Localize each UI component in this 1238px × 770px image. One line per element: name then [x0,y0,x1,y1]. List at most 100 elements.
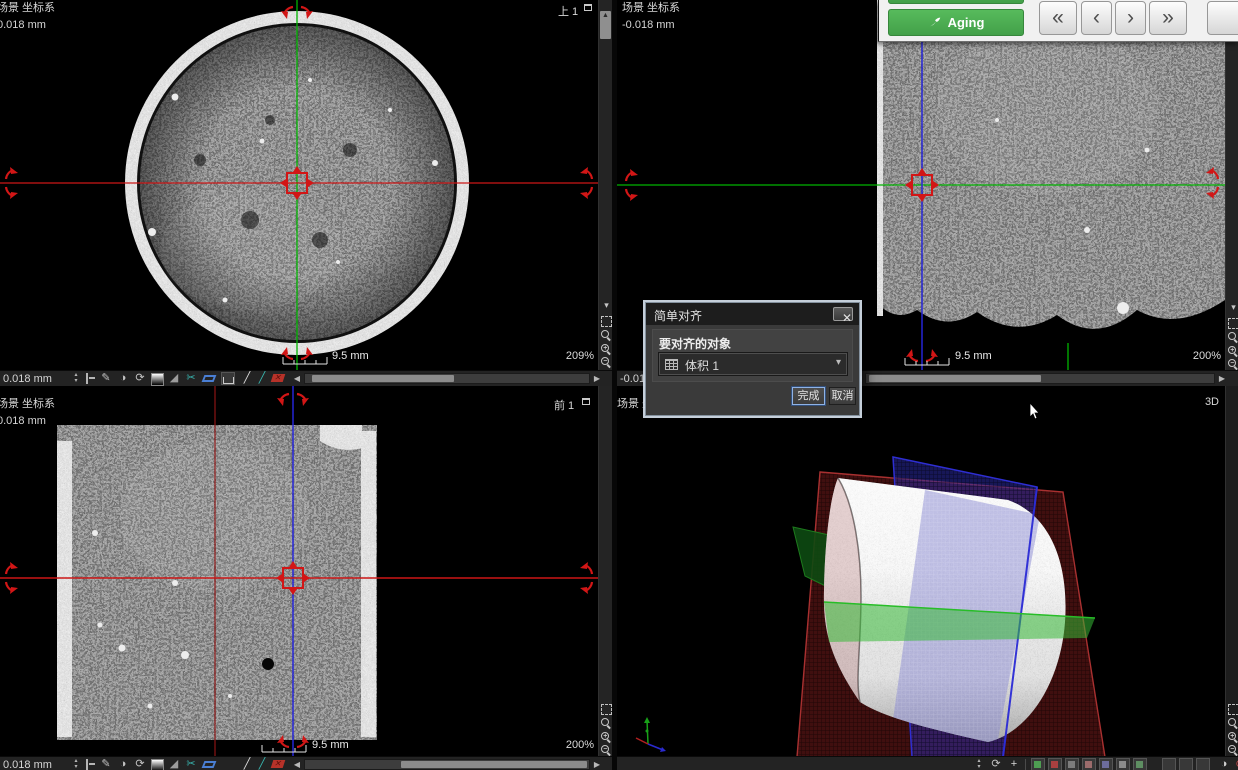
lighting-icon[interactable]: ◑ [1217,758,1231,770]
fit-view-icon[interactable] [1228,704,1238,715]
render-mode-icon-4[interactable] [1082,758,1096,770]
nav-prev-button[interactable]: ‹ [1081,1,1112,35]
offset-readout: -0.018 mm [622,19,675,32]
hscrollbar[interactable] [865,373,1215,384]
grayscale-ramp-icon[interactable] [151,759,164,770]
dialog-close-button[interactable]: ✕ [833,307,853,321]
render-mode-icon-3[interactable] [1065,758,1079,770]
vscrollbar-bottom-right[interactable]: + − [1225,386,1238,756]
pane-window-icon[interactable] [582,398,590,405]
zoom-out-icon[interactable]: − [601,357,612,369]
object-select-dropdown[interactable]: 体积 1 ▾ [658,352,848,376]
coord-system-label: 场景 坐标系 [622,2,680,15]
nav-next-button[interactable]: › [1115,1,1146,35]
zoom-in-icon[interactable]: + [601,732,612,744]
stepper[interactable]: ▴▾ [72,758,80,770]
hscroll-right-arrow[interactable]: ▶ [592,759,602,770]
annotation-pen-icon[interactable]: ✎ [99,372,113,385]
toolbar-bottom-right: ▴▾ ⟳ + ◑ ⊘ [617,756,1238,770]
line-tool-icon[interactable]: ╱ [240,758,254,770]
vscroll-thumb[interactable]: ▲ [600,11,611,39]
render-swatch [1102,761,1109,768]
render-swatch [1068,761,1075,768]
cancel-button[interactable]: 取消 [829,387,856,405]
fit-view-icon[interactable] [601,316,612,327]
dialog-titlebar[interactable]: 简单对齐 ✕ [646,303,859,325]
ramp-triangle-icon[interactable]: ◢ [167,372,181,385]
polyline-tool-icon[interactable]: ╱ [255,758,269,770]
vscrollbar-top-right[interactable]: ▾ + − [1225,0,1238,370]
hidden-green-button[interactable] [888,0,1024,4]
magnifier-icon[interactable] [1228,718,1238,730]
hscroll-thumb[interactable] [869,375,1041,382]
eraser-icon[interactable]: ✕ [271,760,286,768]
done-button[interactable]: 完成 [792,387,825,405]
vscrollbar-bottom-left[interactable]: + − [598,386,613,756]
hscrollbar[interactable] [304,373,590,384]
strip-dropdown-icon[interactable]: ▾ [601,299,612,311]
thickness-readout[interactable]: 0.018 mm [3,373,52,385]
nav-first-button[interactable]: « [1039,1,1077,35]
view-option-icon-3[interactable] [1196,758,1210,770]
pan-icon[interactable]: + [1007,758,1021,770]
dialog-object-group: 要对齐的对象 体积 1 ▾ [652,329,853,382]
render-mode-icon-2[interactable] [1048,758,1062,770]
contrast-icon[interactable]: ◑ [116,372,130,385]
hscroll-right-arrow[interactable]: ▶ [1217,373,1227,385]
scroll-up-icon[interactable]: ▲ [602,12,609,19]
hscroll-left-arrow[interactable]: ◀ [292,759,302,770]
magnifier-icon[interactable] [601,718,612,730]
chevron-down-icon: ▾ [836,357,841,368]
slice-slider-icon[interactable] [86,759,98,770]
pane-window-icon[interactable] [584,4,592,11]
scissors-icon[interactable]: ✂ [184,758,198,770]
hscroll-thumb[interactable] [312,375,454,382]
aging-icon [928,15,942,29]
render-mode-icon-6[interactable] [1116,758,1130,770]
rotate-view-icon[interactable]: ⟳ [989,758,1003,770]
measure-tool-tile[interactable] [221,372,235,385]
grayscale-ramp-icon[interactable] [151,373,164,386]
render-mode-icon-5[interactable] [1099,758,1113,770]
fit-view-icon[interactable] [601,704,612,715]
hscroll-right-arrow[interactable]: ▶ [592,373,602,385]
thickness-readout[interactable]: -0.018 mm [620,373,646,385]
strip-dropdown-icon[interactable]: ▾ [1228,301,1238,313]
rotate-icon[interactable]: ⟳ [133,758,147,770]
magnifier-icon[interactable] [601,330,612,342]
thickness-readout[interactable]: 0.018 mm [3,759,52,770]
stop-icon[interactable]: ⊘ [1233,758,1238,770]
zoom-level: 200% [1193,350,1221,362]
nav-last-button[interactable]: » [1149,1,1187,35]
render-mode-icon-7[interactable] [1133,758,1147,770]
extra-button[interactable] [1207,1,1238,35]
front-view-image [0,386,598,756]
ramp-triangle-icon[interactable]: ◢ [167,758,181,770]
aging-button[interactable]: Aging [888,9,1024,36]
render-mode-icon-1[interactable] [1031,758,1045,770]
eraser-icon[interactable]: ✕ [271,374,286,382]
magnifier-icon[interactable] [1228,332,1238,344]
rotate-icon[interactable]: ⟳ [133,372,147,385]
stepper[interactable]: ▴▾ [975,758,983,770]
stepper[interactable]: ▴▾ [72,372,80,384]
contrast-icon[interactable]: ◑ [116,758,130,770]
annotation-pen-icon[interactable]: ✎ [99,758,113,770]
polyline-tool-icon[interactable]: ╱ [255,372,269,385]
clip-plane-icon[interactable] [202,375,217,382]
slice-slider-icon[interactable] [86,373,98,384]
scissors-icon[interactable]: ✂ [184,372,198,385]
line-tool-icon[interactable]: ╱ [240,372,254,385]
hscroll-thumb[interactable] [401,761,587,768]
zoom-in-icon[interactable]: + [1228,732,1238,744]
clip-plane-icon[interactable] [202,761,217,768]
vscrollbar-top-left[interactable]: ▲ ▾ + − [598,0,613,370]
hscroll-left-arrow[interactable]: ◀ [292,373,302,385]
view-option-icon-1[interactable] [1162,758,1176,770]
fit-view-icon[interactable] [1228,318,1238,329]
zoom-in-icon[interactable]: + [601,344,612,356]
zoom-in-icon[interactable]: + [1228,346,1238,358]
hscrollbar[interactable] [304,759,590,770]
view-option-icon-2[interactable] [1179,758,1193,770]
floating-action-toolbar: Aging « ‹ › » [878,0,1238,42]
